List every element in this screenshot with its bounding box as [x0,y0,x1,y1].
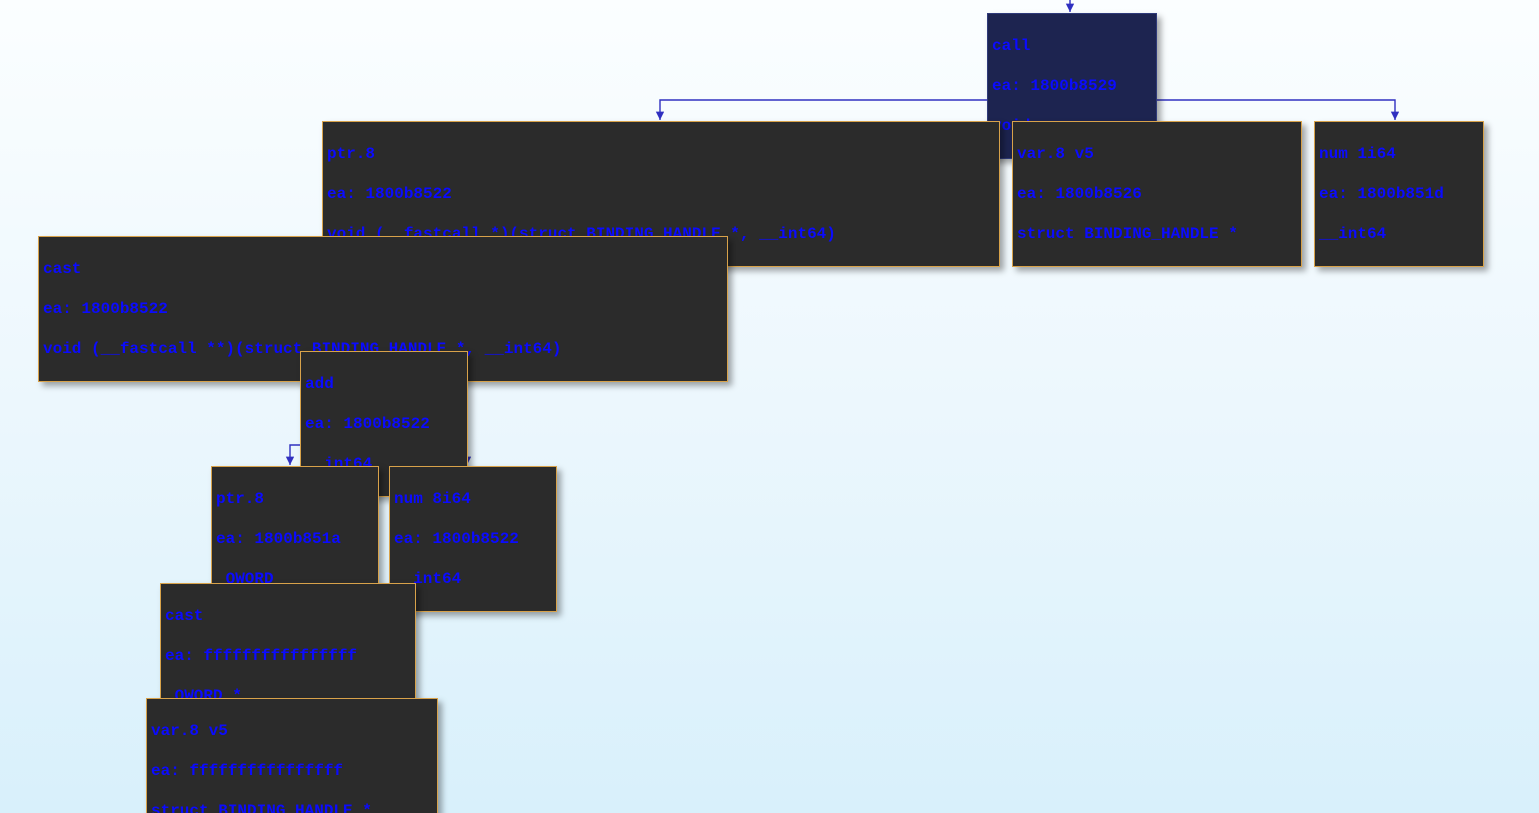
node-line: cast [43,259,723,279]
node-line: var.8 v5 [1017,144,1297,164]
node-line: __int64 [394,569,552,589]
node-line: call [992,36,1152,56]
node-line: struct BINDING_HANDLE * [151,801,433,813]
graph-canvas[interactable]: { "nodes": { "call": { "l1":"call", "l2"… [0,0,1539,813]
node-line: cast [165,606,411,626]
node-line: num 1i64 [1319,144,1479,164]
node-line: num 8i64 [394,489,552,509]
node-line: var.8 v5 [151,721,433,741]
node-line: ptr.8 [216,489,374,509]
node-line: ea: 1800b8522 [327,184,995,204]
node-line: ea: 1800b8529 [992,76,1152,96]
node-line: ptr.8 [327,144,995,164]
node-line: ea: 1800b851a [216,529,374,549]
node-line: ea: 1800b8522 [394,529,552,549]
node-line: ea: 1800b8522 [305,414,463,434]
node-line: ea: ffffffffffffffff [165,646,411,666]
node-line: struct BINDING_HANDLE * [1017,224,1297,244]
node-line: ea: 1800b8526 [1017,184,1297,204]
node-line: ea: 1800b8522 [43,299,723,319]
node-num-1[interactable]: num 1i64 ea: 1800b851d __int64 [1314,121,1484,267]
node-var-1[interactable]: var.8 v5 ea: 1800b8526 struct BINDING_HA… [1012,121,1302,267]
node-line: ea: ffffffffffffffff [151,761,433,781]
node-var-2[interactable]: var.8 v5 ea: ffffffffffffffff struct BIN… [146,698,438,813]
node-line: add [305,374,463,394]
node-line: ea: 1800b851d [1319,184,1479,204]
node-line: __int64 [1319,224,1479,244]
